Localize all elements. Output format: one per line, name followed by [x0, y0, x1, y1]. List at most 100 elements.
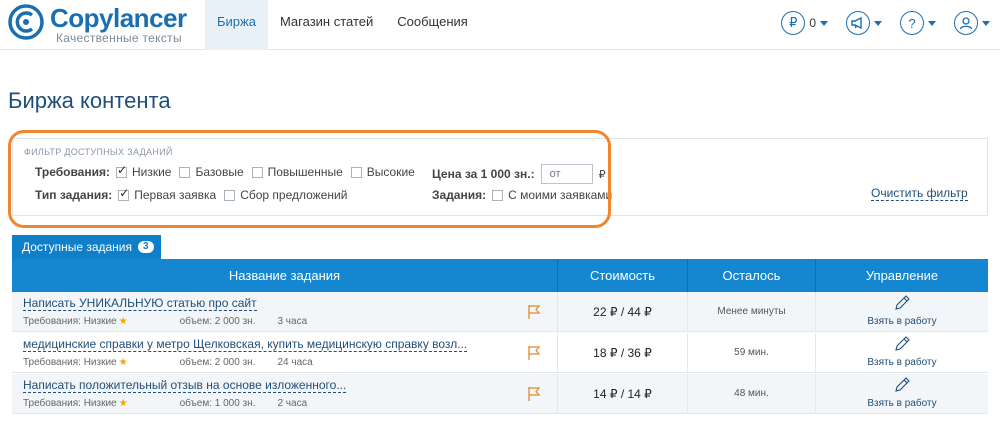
user-menu-button[interactable]	[954, 11, 990, 35]
task-duration: 3 часа	[277, 316, 308, 327]
pencil-icon[interactable]	[893, 294, 911, 312]
price-from-input[interactable]	[540, 164, 593, 184]
task-meta: Требования: Низкие ★ объем: 1 000 зн. 2 ч…	[23, 398, 307, 409]
star-icon: ★	[118, 357, 128, 368]
checkbox-label: С моими заявками	[508, 188, 613, 202]
task-remaining-cell: 59 мин.	[688, 333, 816, 373]
tasks-table-header: Название задания Стоимость Осталось Упра…	[12, 259, 988, 292]
flag-icon[interactable]	[526, 304, 542, 320]
task-requirement: Требования: Низкие	[23, 398, 117, 409]
filter-tasks-row: Задания: С моими заявками	[432, 188, 620, 202]
notifications-button[interactable]	[846, 11, 882, 35]
task-title-link[interactable]: Написать положительный отзыв на основе и…	[23, 378, 347, 393]
requirement-high-checkbox[interactable]: Высокие	[350, 165, 415, 179]
checkbox-label: Сбор предложений	[240, 188, 348, 202]
pencil-icon[interactable]	[893, 376, 911, 394]
main-nav: Биржа Магазин статей Сообщения	[205, 0, 480, 50]
col-header-remaining: Осталось	[688, 259, 816, 292]
take-task-link[interactable]: Взять в работу	[816, 398, 988, 409]
task-name-cell: Написать УНИКАЛЬНУЮ статью про сайт Треб…	[12, 292, 558, 332]
flag-icon[interactable]	[526, 386, 542, 402]
col-header-actions: Управление	[865, 268, 939, 283]
checkbox-label: Первая заявка	[134, 188, 217, 202]
task-volume: объем: 1 000 зн.	[179, 398, 256, 409]
checkbox-icon	[350, 166, 362, 178]
checkbox-checked-icon	[115, 163, 127, 178]
nav-messages[interactable]: Сообщения	[385, 0, 480, 50]
task-actions-cell: Взять в работу	[816, 292, 988, 332]
pencil-icon[interactable]	[893, 335, 911, 353]
requirement-low-checkbox[interactable]: Низкие	[115, 163, 172, 179]
balance-button[interactable]: ₽ 0	[781, 11, 828, 35]
megaphone-icon	[846, 11, 870, 35]
task-meta: Требования: Низкие ★ объем: 2 000 зн. 3 ч…	[23, 316, 307, 327]
nav-exchange[interactable]: Биржа	[205, 0, 268, 50]
col-header-cost: Стоимость	[558, 259, 688, 292]
logo-name: Copylancer	[50, 3, 187, 33]
checkbox-icon	[224, 189, 236, 201]
take-task-link[interactable]: Взять в работу	[816, 316, 988, 327]
user-icon	[954, 11, 978, 35]
task-actions-cell: Взять в работу	[816, 374, 988, 414]
task-title-link[interactable]: Написать УНИКАЛЬНУЮ статью про сайт	[23, 296, 257, 311]
checkbox-icon	[492, 189, 504, 201]
tab-available-tasks[interactable]: Доступные задания 3	[12, 235, 161, 259]
task-title-link[interactable]: медицинские справки у метро Щелковская, …	[23, 337, 468, 352]
tab-label: Доступные задания	[22, 240, 133, 254]
type-first-bid-checkbox[interactable]: Первая заявка	[118, 186, 217, 202]
filter-legend: ФИЛЬТР ДОСТУПНЫХ ЗАДАНИЙ	[20, 147, 177, 157]
filter-type-row: Тип задания: Первая заявка Сбор предложе…	[35, 186, 355, 203]
filter-requirements-row: Требования: Низкие Базовые Повышенные Вы…	[35, 163, 423, 180]
checkbox-checked-icon	[118, 186, 129, 201]
copylancer-logo[interactable]: Copylancer Качественные тексты	[8, 2, 198, 46]
task-duration: 2 часа	[277, 398, 308, 409]
checkbox-label: Базовые	[195, 165, 244, 179]
chevron-down-icon	[928, 20, 936, 26]
header-actions: ₽ 0 ?	[763, 10, 990, 36]
price-label: Цена за 1 000 зн.:	[432, 167, 535, 181]
chevron-down-icon	[820, 20, 828, 26]
help-button[interactable]: ?	[900, 11, 936, 35]
nav-article-shop[interactable]: Магазин статей	[268, 0, 385, 50]
task-requirement: Требования: Низкие	[23, 357, 117, 368]
task-actions-cell: Взять в работу	[816, 333, 988, 373]
copylancer-logo-icon	[8, 4, 44, 40]
task-meta: Требования: Низкие ★ объем: 2 000 зн. 24 …	[23, 357, 313, 368]
checkbox-icon	[179, 166, 191, 178]
checkbox-label: Повышенные	[267, 165, 343, 179]
task-type-label: Тип задания:	[35, 188, 113, 202]
task-remaining: 59 мин.	[734, 347, 769, 358]
checkbox-icon	[251, 166, 263, 178]
task-volume: объем: 2 000 зн.	[179, 316, 256, 327]
task-duration: 24 часа	[277, 357, 313, 368]
take-task-link[interactable]: Взять в работу	[816, 357, 988, 368]
checkbox-label: Низкие	[131, 165, 172, 179]
balance-value: 0	[809, 16, 816, 30]
logo-tagline: Качественные тексты	[56, 31, 182, 45]
table-row: медицинские справки у метро Щелковская, …	[12, 333, 988, 373]
help-icon: ?	[900, 11, 924, 35]
price-currency: ₽	[598, 168, 606, 181]
task-cost-cell: 22 ₽ / 44 ₽	[558, 292, 688, 332]
top-header: Copylancer Качественные тексты Биржа Маг…	[0, 0, 1000, 50]
star-icon: ★	[118, 398, 128, 409]
page-title: Биржа контента	[8, 88, 171, 113]
requirement-basic-checkbox[interactable]: Базовые	[179, 165, 244, 179]
task-volume: объем: 2 000 зн.	[179, 357, 256, 368]
checkbox-label: Высокие	[366, 165, 415, 179]
tab-count-badge: 3	[138, 241, 154, 253]
chevron-down-icon	[874, 20, 882, 26]
filter-price-row: Цена за 1 000 зн.: ₽	[432, 164, 606, 184]
task-remaining-cell: 48 мин.	[688, 374, 816, 414]
type-proposals-checkbox[interactable]: Сбор предложений	[224, 188, 347, 202]
requirements-label: Требования:	[35, 165, 110, 179]
ruble-icon: ₽	[781, 11, 806, 35]
clear-filter-link[interactable]: Очистить фильтр	[871, 186, 968, 201]
requirement-advanced-checkbox[interactable]: Повышенные	[251, 165, 343, 179]
table-row: Написать УНИКАЛЬНУЮ статью про сайт Треб…	[12, 292, 988, 332]
task-remaining: 48 мин.	[734, 388, 769, 399]
task-requirement: Требования: Низкие	[23, 316, 117, 327]
flag-icon[interactable]	[526, 345, 542, 361]
my-bids-checkbox[interactable]: С моими заявками	[492, 188, 612, 202]
table-row: Написать положительный отзыв на основе и…	[12, 374, 988, 414]
